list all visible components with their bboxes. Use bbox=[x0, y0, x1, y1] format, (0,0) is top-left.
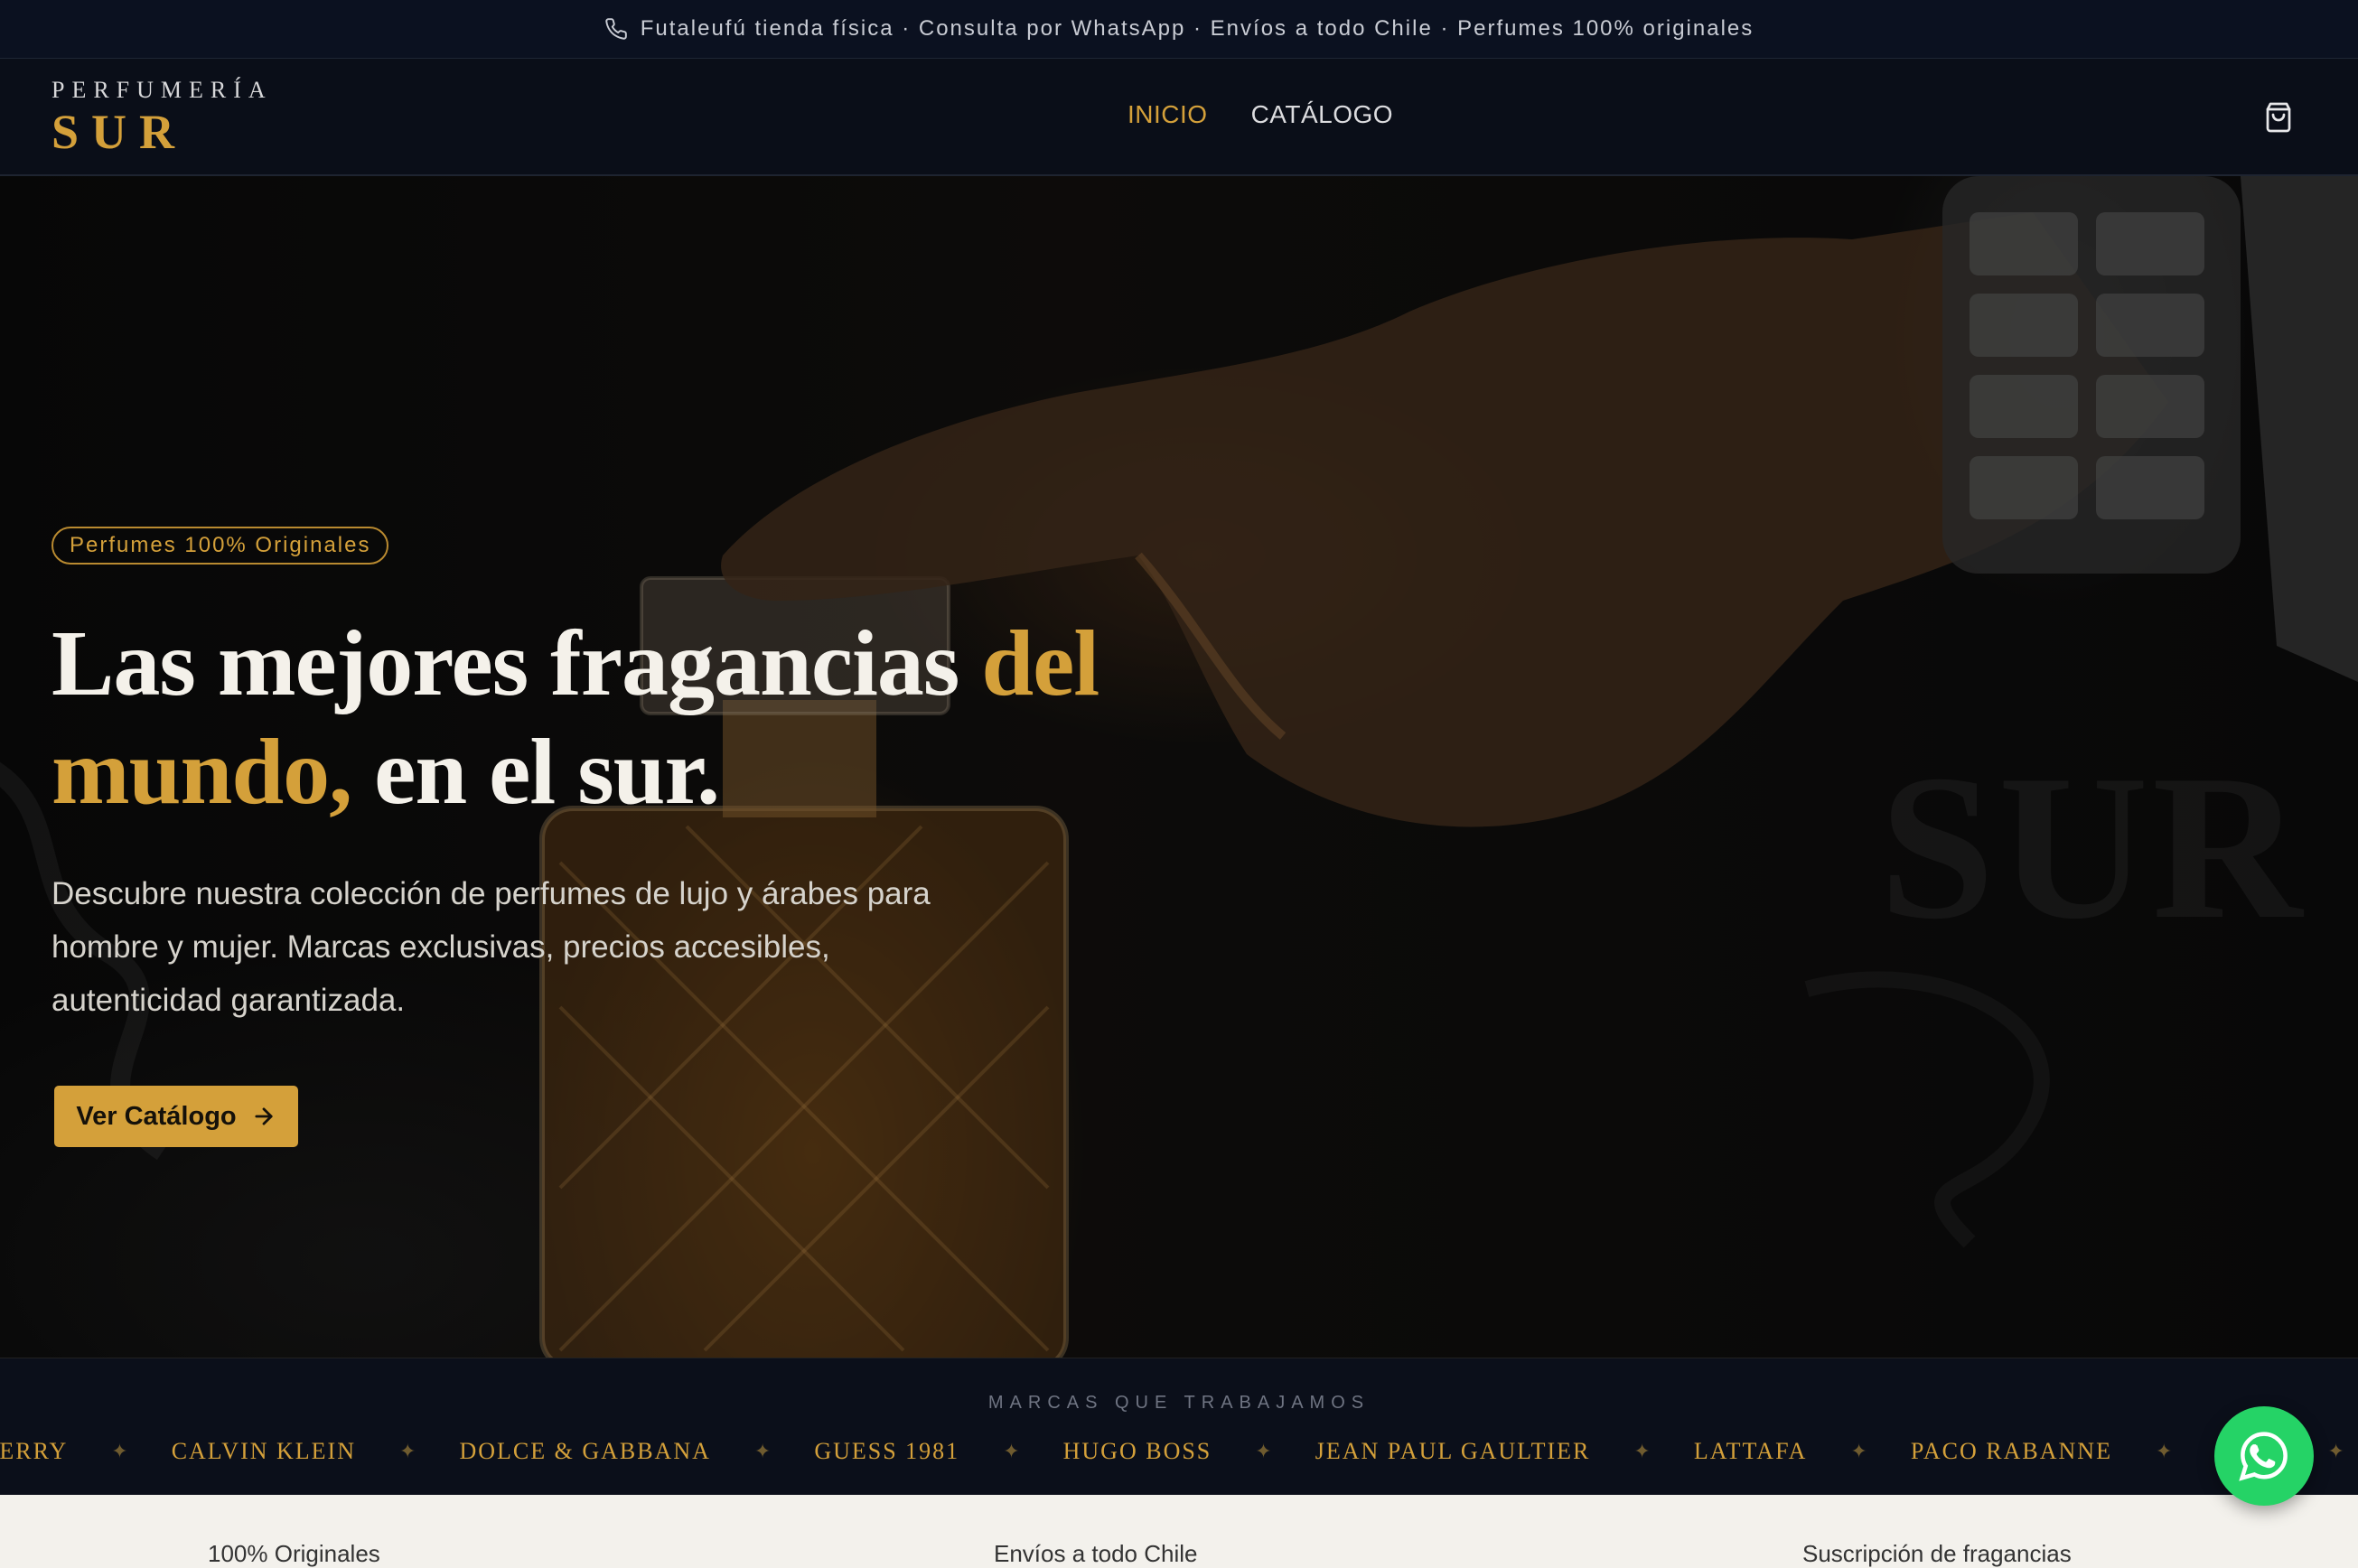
logo-big-text: SUR bbox=[51, 105, 188, 159]
announcement-text: Futaleufú tienda física · Consulta por W… bbox=[640, 16, 1754, 41]
brand-item: JEAN PAUL GAULTIER bbox=[1315, 1438, 1591, 1464]
hero-section: SUR Perfumes 100% Originales Las mejores… bbox=[0, 176, 2358, 1358]
brand-item: PACO RABANNE bbox=[1910, 1438, 2112, 1464]
brand-item: GUESS 1981 bbox=[814, 1438, 960, 1464]
brand-separator-icon: ✦ bbox=[399, 1440, 416, 1462]
brand-separator-icon: ✦ bbox=[111, 1440, 128, 1462]
brand-separator-icon: ✦ bbox=[753, 1440, 772, 1462]
hero-title-part2: en el sur. bbox=[351, 720, 720, 824]
arrow-right-icon bbox=[255, 1107, 273, 1125]
feature-originals: 100% Originales bbox=[208, 1540, 380, 1567]
brand-separator-icon: ✦ bbox=[1850, 1440, 1867, 1462]
brand-separator-icon: ✦ bbox=[1633, 1440, 1651, 1462]
brands-strip: MARCAS QUE TRABAJAMOS BERRY ✦ CALVIN KLEIN… bbox=[0, 1358, 2358, 1495]
logo-small-text: PERFUMERÍA bbox=[51, 77, 273, 103]
hero-title: Las mejores fragancias del mundo, en el … bbox=[51, 610, 1226, 826]
whatsapp-button[interactable] bbox=[2214, 1406, 2314, 1506]
brand-separator-icon: ✦ bbox=[1255, 1440, 1272, 1462]
brands-marquee: BERRY ✦ CALVIN KLEIN ✦ DOLCE & GABBANA ✦ GUESS… bbox=[0, 1438, 2358, 1465]
features-bar: 100% Originales Envíos a todo Chile Susc… bbox=[0, 1495, 2358, 1567]
main-nav: INICIO CATÁLOGO bbox=[1128, 100, 1393, 129]
hero-description: Descubre nuestra colección de perfumes d… bbox=[51, 876, 931, 1018]
brand-separator-icon: ✦ bbox=[1003, 1440, 1020, 1462]
site-header: PERFUMERÍA SUR INICIO CATÁLOGO bbox=[0, 59, 2358, 176]
brand-item: DOLCE & GABBANA bbox=[459, 1438, 711, 1464]
brand-separator-icon: ✦ bbox=[2155, 1440, 2173, 1462]
nav-inicio[interactable]: INICIO bbox=[1128, 100, 1208, 129]
view-catalog-button[interactable]: Ver Catálogo bbox=[54, 1086, 298, 1147]
originals-badge: Perfumes 100% Originales bbox=[51, 527, 389, 565]
brand-item: BERRY bbox=[0, 1438, 69, 1464]
nav-catalogo[interactable]: CATÁLOGO bbox=[1251, 100, 1394, 129]
announcement-bar: Futaleufú tienda física · Consulta por W… bbox=[0, 0, 2358, 59]
brand-separator-icon: ✦ bbox=[2327, 1440, 2344, 1462]
brand-item: HUGO BOSS bbox=[1062, 1438, 1212, 1464]
feature-subscription: Suscripción de fragancias bbox=[1802, 1540, 2072, 1567]
brand-item: CALVIN KLEIN bbox=[171, 1438, 356, 1464]
brands-label: MARCAS QUE TRABAJAMOS bbox=[987, 1393, 1371, 1413]
view-catalog-label: Ver Catálogo bbox=[76, 1101, 237, 1131]
phone-icon bbox=[605, 18, 627, 40]
brand-item: LATTAFA bbox=[1693, 1438, 1808, 1464]
whatsapp-icon bbox=[2239, 1432, 2288, 1481]
feature-shipping: Envíos a todo Chile bbox=[994, 1540, 1198, 1567]
shopping-bag-icon[interactable] bbox=[2262, 101, 2295, 134]
hero-watermark: SUR bbox=[1879, 732, 2307, 962]
hero-title-part1: Las mejores fragancias bbox=[51, 611, 982, 715]
